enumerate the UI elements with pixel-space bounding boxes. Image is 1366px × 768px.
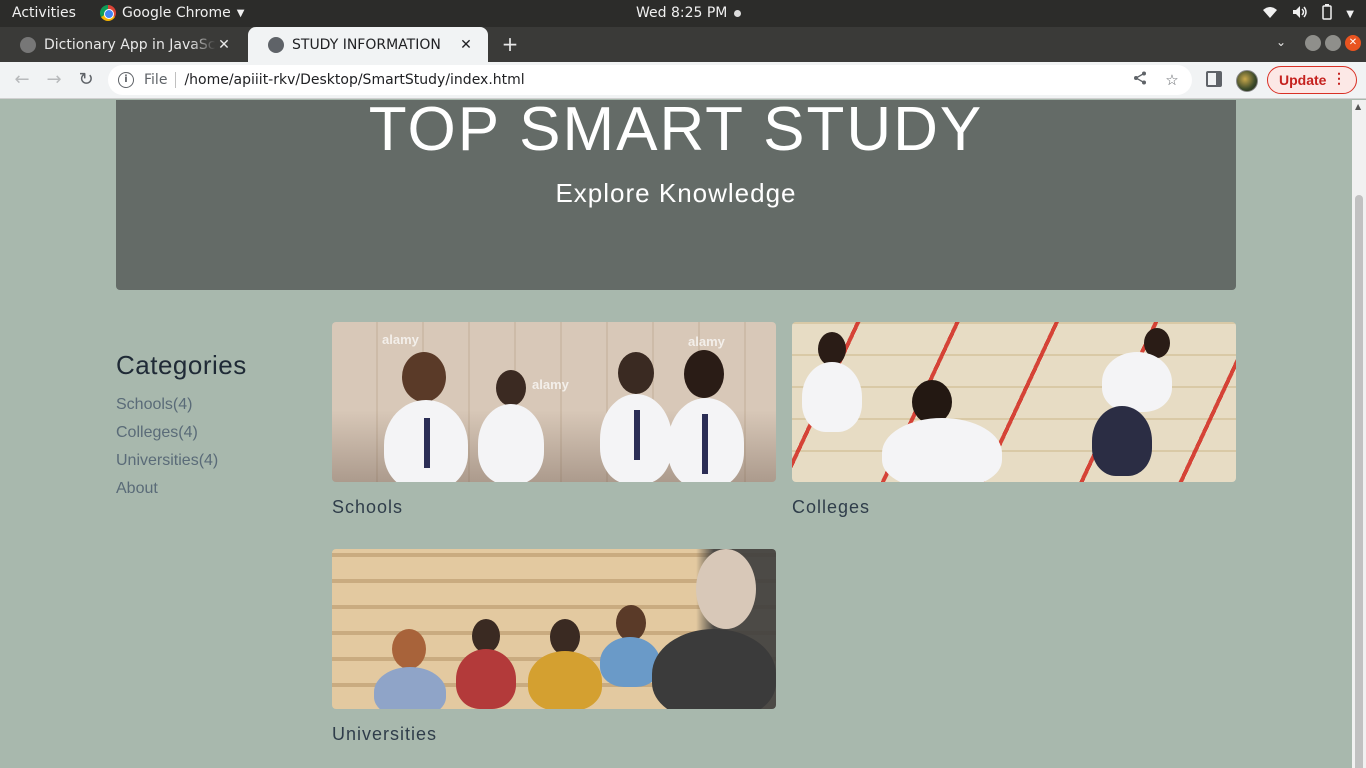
info-icon[interactable]: i — [118, 72, 134, 88]
system-menu-caret-icon: ▼ — [1346, 8, 1354, 20]
new-tab-button[interactable]: + — [498, 32, 522, 56]
tab-strip: Dictionary App in JavaScript ✕ STUDY INF… — [0, 27, 1366, 62]
minimize-window-button[interactable] — [1305, 35, 1321, 51]
battery-icon — [1322, 4, 1333, 24]
notification-dot-icon — [734, 9, 742, 17]
scheme-label: File — [144, 72, 168, 88]
globe-icon — [268, 36, 284, 53]
school-students-photo[interactable]: alamy alamy alamy — [332, 322, 776, 482]
caret-down-icon: ▼ — [236, 7, 245, 19]
category-link-colleges[interactable]: Colleges(4) — [116, 419, 316, 447]
card-caption[interactable]: Colleges — [792, 497, 1236, 518]
side-panel-icon[interactable] — [1206, 71, 1222, 87]
card-universities[interactable]: Universities — [332, 549, 776, 745]
tab-title: Dictionary App in JavaScript — [44, 36, 216, 53]
card-caption[interactable]: Universities — [332, 724, 776, 745]
categories-sidebar: Categories Schools(4) Colleges(4) Univer… — [116, 350, 316, 503]
students-exam-photo[interactable] — [792, 322, 1236, 482]
volume-icon — [1292, 5, 1308, 23]
bookmark-star-icon[interactable]: ☆ — [1160, 71, 1184, 89]
chrome-icon — [100, 5, 116, 21]
category-link-schools[interactable]: Schools(4) — [116, 391, 316, 419]
back-arrow-icon[interactable]: ← — [10, 68, 34, 92]
system-tray[interactable]: ▼ — [1262, 4, 1354, 24]
app-menu-label: Google Chrome — [122, 5, 231, 21]
lecture-hall-photo[interactable] — [332, 549, 776, 709]
card-caption[interactable]: Schools — [332, 497, 776, 518]
tab-search-chevron-icon[interactable]: ⌄ — [1276, 35, 1286, 49]
reload-icon[interactable]: ↻ — [74, 68, 98, 92]
page-title: TOP SMART STUDY — [368, 100, 984, 164]
wifi-icon — [1262, 5, 1278, 23]
category-link-about[interactable]: About — [116, 475, 316, 503]
more-menu-icon[interactable]: ⋮ — [1332, 70, 1346, 87]
tab-dictionary-app[interactable]: Dictionary App in JavaScript ✕ — [0, 27, 246, 62]
page-subtitle: Explore Knowledge — [555, 178, 797, 208]
globe-icon — [20, 36, 36, 53]
forward-arrow-icon[interactable]: → — [42, 68, 66, 92]
tab-study-information[interactable]: STUDY INFORMATION ✕ — [248, 27, 488, 62]
clock[interactable]: Wed 8:25 PM — [636, 5, 742, 21]
update-button[interactable]: Update ⋮ — [1267, 66, 1357, 94]
divider — [175, 72, 177, 88]
scrollbar-thumb[interactable] — [1355, 195, 1363, 768]
url-text[interactable]: /home/apiiit-rkv/Desktop/SmartStudy/inde… — [184, 72, 1128, 88]
page-viewport: TOP SMART STUDY Explore Knowledge Catego… — [0, 100, 1352, 768]
scroll-up-arrow-icon[interactable]: ▲ — [1355, 102, 1361, 111]
categories-heading: Categories — [116, 350, 247, 380]
maximize-window-button[interactable] — [1325, 35, 1341, 51]
system-top-bar: Activities Google Chrome ▼ Wed 8:25 PM ▼ — [0, 0, 1366, 27]
hero-banner: TOP SMART STUDY Explore Knowledge — [116, 100, 1236, 290]
card-schools[interactable]: alamy alamy alamy Schools — [332, 322, 776, 518]
card-colleges[interactable]: Colleges — [792, 322, 1236, 518]
close-tab-icon[interactable]: ✕ — [216, 37, 232, 53]
page-scrollbar[interactable]: ▲ — [1352, 100, 1366, 768]
clock-label: Wed 8:25 PM — [636, 5, 728, 21]
activities-button[interactable]: Activities — [12, 5, 76, 21]
address-bar[interactable]: i File /home/apiiit-rkv/Desktop/SmartStu… — [108, 65, 1192, 95]
profile-avatar[interactable] — [1236, 70, 1258, 92]
browser-toolbar: ← → ↻ i File /home/apiiit-rkv/Desktop/Sm… — [0, 62, 1366, 99]
category-link-universities[interactable]: Universities(4) — [116, 447, 316, 475]
app-menu[interactable]: Google Chrome ▼ — [100, 5, 244, 21]
tab-title: STUDY INFORMATION — [292, 36, 441, 53]
close-tab-icon[interactable]: ✕ — [458, 37, 474, 53]
categories-list: Schools(4) Colleges(4) Universities(4) A… — [116, 391, 316, 503]
close-window-button[interactable]: ✕ — [1345, 35, 1361, 51]
update-label: Update — [1279, 72, 1327, 88]
share-icon[interactable] — [1128, 71, 1152, 89]
